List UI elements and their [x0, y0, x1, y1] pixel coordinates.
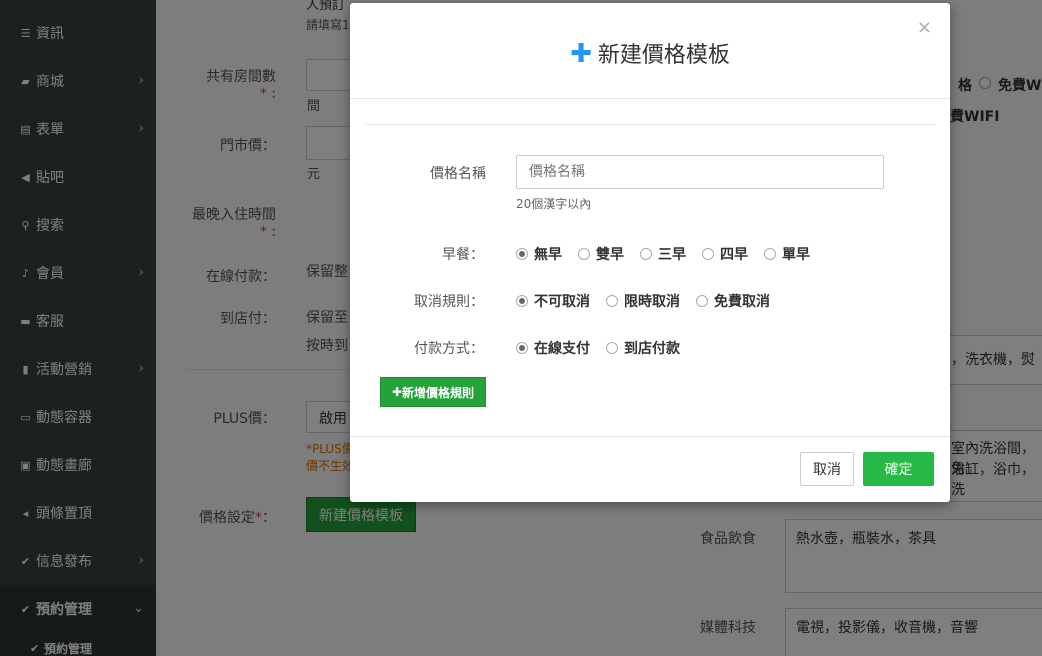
- breakfast-option-single[interactable]: 單早: [764, 244, 810, 264]
- cancel-rule-radio-group: 不可取消 限時取消 免費取消: [516, 291, 786, 311]
- price-name-label: 價格名稱: [430, 166, 486, 182]
- price-name-input[interactable]: [516, 155, 884, 189]
- payment-label: 付款方式：: [414, 341, 484, 357]
- modal-header: ✚ 新建價格模板 ×: [350, 3, 950, 99]
- radio-label: 限時取消: [624, 294, 680, 310]
- radio-label: 無早: [534, 247, 562, 263]
- radio-label: 雙早: [596, 247, 624, 263]
- payment-option-store[interactable]: 到店付款: [606, 338, 680, 358]
- add-price-rule-label: 新增價格規則: [402, 385, 475, 400]
- plus-icon: ✚: [570, 39, 592, 69]
- radio-unchecked: [606, 295, 618, 307]
- radio-label: 三早: [658, 247, 686, 263]
- radio-unchecked: [702, 248, 714, 260]
- cancel-button[interactable]: 取消: [800, 452, 854, 486]
- price-name-help: 20個漢字以內: [516, 197, 592, 211]
- radio-label: 到店付款: [624, 341, 680, 357]
- breakfast-option-none[interactable]: 無早: [516, 244, 562, 264]
- breakfast-radio-group: 無早 雙早 三早 四早 單早: [516, 244, 826, 264]
- breakfast-label: 早餐：: [442, 247, 484, 263]
- payment-radio-group: 在線支付 到店付款: [516, 338, 696, 358]
- breakfast-option-quad[interactable]: 四早: [702, 244, 748, 264]
- modal-title: ✚ 新建價格模板: [350, 37, 950, 69]
- modal-title-text: 新建價格模板: [597, 43, 730, 68]
- close-icon[interactable]: ×: [917, 17, 932, 38]
- radio-label: 不可取消: [534, 294, 590, 310]
- radio-unchecked: [578, 248, 590, 260]
- plus-icon: ✚: [391, 385, 403, 399]
- cancel-option-free[interactable]: 免費取消: [696, 291, 770, 311]
- radio-label: 免費取消: [714, 294, 770, 310]
- confirm-button[interactable]: 確定: [863, 452, 934, 486]
- payment-option-online[interactable]: 在線支付: [516, 338, 590, 358]
- cancel-rule-label: 取消規則：: [414, 294, 484, 310]
- radio-checked: [516, 248, 528, 260]
- radio-label: 四早: [720, 247, 748, 263]
- modal-footer-divider: [350, 436, 950, 437]
- radio-label: 在線支付: [534, 341, 590, 357]
- radio-unchecked: [640, 248, 652, 260]
- add-price-rule-button[interactable]: ✚ 新增價格規則: [380, 377, 486, 407]
- cancel-option-none[interactable]: 不可取消: [516, 291, 590, 311]
- breakfast-option-double[interactable]: 雙早: [578, 244, 624, 264]
- radio-checked: [516, 295, 528, 307]
- breakfast-option-triple[interactable]: 三早: [640, 244, 686, 264]
- divider: [365, 124, 935, 125]
- radio-unchecked: [764, 248, 776, 260]
- radio-checked: [516, 342, 528, 354]
- new-price-template-modal: ✚新建價格模板 × 價格名稱 20個漢字以內 早餐： 無早 雙早 三早 四早 單…: [350, 3, 950, 502]
- radio-unchecked: [696, 295, 708, 307]
- radio-label: 單早: [782, 247, 810, 263]
- cancel-option-timed[interactable]: 限時取消: [606, 291, 680, 311]
- radio-unchecked: [606, 342, 618, 354]
